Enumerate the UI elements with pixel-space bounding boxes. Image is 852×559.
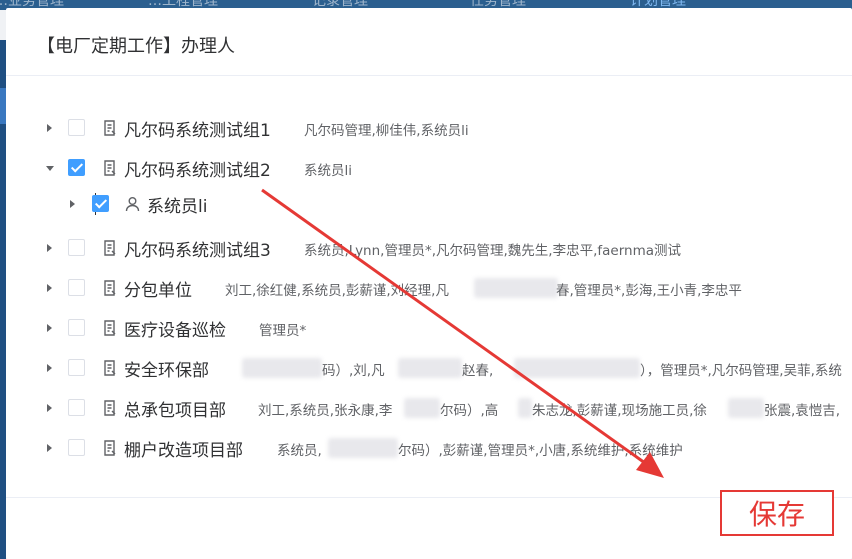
node-members: 凡尔码管理,柳佳伟,系统员li	[304, 123, 469, 139]
node-checkbox[interactable]	[68, 239, 85, 256]
node-checkbox[interactable]	[68, 399, 85, 416]
node-label: 分包单位	[124, 281, 192, 301]
redacted-region	[728, 398, 764, 418]
node-label: 凡尔码系统测试组3	[124, 241, 271, 261]
node-checkbox[interactable]	[68, 159, 85, 176]
tree-node[interactable]: 凡尔码系统测试组3 系统员,Lynn,管理员*,凡尔码管理,魏先生,李忠平,fa…	[6, 234, 852, 264]
node-label: 凡尔码系统测试组2	[124, 161, 271, 181]
redacted-region	[514, 358, 640, 378]
caret-icon[interactable]	[47, 324, 52, 332]
node-label: 总承包项目部	[124, 401, 226, 421]
node-label: 棚户改造项目部	[124, 441, 243, 461]
caret-icon[interactable]	[47, 364, 52, 372]
node-label: 凡尔码系统测试组1	[124, 121, 271, 141]
redacted-region	[404, 398, 440, 418]
tree-node-child[interactable]: 系统员li	[6, 190, 852, 220]
caret-icon[interactable]	[47, 244, 52, 252]
caret-icon[interactable]	[47, 404, 52, 412]
tree-node[interactable]: 分包单位 刘工,徐红健,系统员,彭薪谨,刘经理,凡 春,管理员*,彭海,王小青,…	[6, 274, 852, 304]
tree-node[interactable]: 凡尔码系统测试组1 凡尔码管理,柳佳伟,系统员li	[6, 114, 852, 144]
node-members: 张震,袁愷吉,	[764, 403, 841, 419]
tree-node[interactable]: 凡尔码系统测试组2 系统员li	[6, 154, 852, 184]
redacted-region	[518, 398, 532, 418]
save-button[interactable]: 保存	[720, 490, 834, 536]
node-members: 春,管理员*,彭海,王小青,李忠平	[556, 283, 742, 299]
redacted-region	[474, 278, 558, 298]
group-document-icon	[104, 320, 116, 336]
node-members: 系统员,	[277, 443, 322, 459]
assignee-dialog: 【电厂定期工作】办理人 凡尔码系统测试组1 凡尔码管理,柳佳伟,系统员li 凡尔…	[6, 8, 852, 559]
caret-icon[interactable]	[47, 284, 52, 292]
node-label: 安全环保部	[124, 361, 209, 381]
group-document-icon	[104, 400, 116, 416]
node-members: 系统员,Lynn,管理员*,凡尔码管理,魏先生,李忠平,faernma测试	[304, 243, 682, 259]
node-checkbox[interactable]	[68, 359, 85, 376]
group-document-icon	[104, 240, 116, 256]
node-members: ），管理员*,凡尔码管理,吴菲,系统	[640, 363, 842, 379]
node-checkbox[interactable]	[68, 439, 85, 456]
group-document-icon	[104, 440, 116, 456]
user-icon	[125, 197, 140, 212]
caret-icon[interactable]	[47, 444, 52, 452]
tree-node[interactable]: 棚户改造项目部 系统员, 尔码）,彭薪谨,管理员*,小唐,系统维护,系统维护	[6, 434, 852, 464]
node-members: 尔码）,高	[440, 403, 499, 419]
node-members: 赵春,	[462, 363, 494, 379]
node-label: 系统员li	[147, 197, 208, 217]
node-checkbox[interactable]	[68, 319, 85, 336]
node-label: 医疗设备巡检	[124, 321, 226, 341]
group-document-icon	[104, 120, 116, 136]
group-document-icon	[104, 280, 116, 296]
group-document-icon	[104, 360, 116, 376]
tree-node[interactable]: 安全环保部 码）,刘,凡 赵春, ），管理员*,凡尔码管理,吴菲,系统	[6, 354, 852, 384]
caret-icon[interactable]	[47, 124, 52, 132]
node-members: 刘工,徐红健,系统员,彭薪谨,刘经理,凡	[225, 283, 449, 299]
node-checkbox[interactable]	[68, 119, 85, 136]
header-divider	[6, 75, 852, 76]
node-members: 码）,刘,凡	[322, 363, 385, 379]
node-members: 管理员*	[259, 323, 307, 339]
node-checkbox[interactable]	[68, 279, 85, 296]
tree-node[interactable]: 医疗设备巡检 管理员*	[6, 314, 852, 344]
node-members: 刘工,系统员,张永康,李	[258, 403, 393, 419]
redacted-region	[242, 358, 322, 378]
redacted-region	[328, 438, 398, 458]
node-members: 朱志龙,彭薪谨,现场施工员,徐	[532, 403, 707, 419]
caret-icon[interactable]	[46, 166, 54, 171]
node-checkbox[interactable]	[92, 195, 109, 212]
group-document-icon	[104, 160, 116, 176]
caret-icon[interactable]	[70, 200, 75, 208]
node-members: 系统员li	[304, 163, 353, 179]
dialog-title: 【电厂定期工作】办理人	[37, 36, 235, 57]
tree-node[interactable]: 总承包项目部 刘工,系统员,张永康,李 尔码）,高 朱志龙,彭薪谨,现场施工员,…	[6, 394, 852, 424]
node-members: 尔码）,彭薪谨,管理员*,小唐,系统维护,系统维护	[398, 443, 683, 459]
redacted-region	[398, 358, 462, 378]
